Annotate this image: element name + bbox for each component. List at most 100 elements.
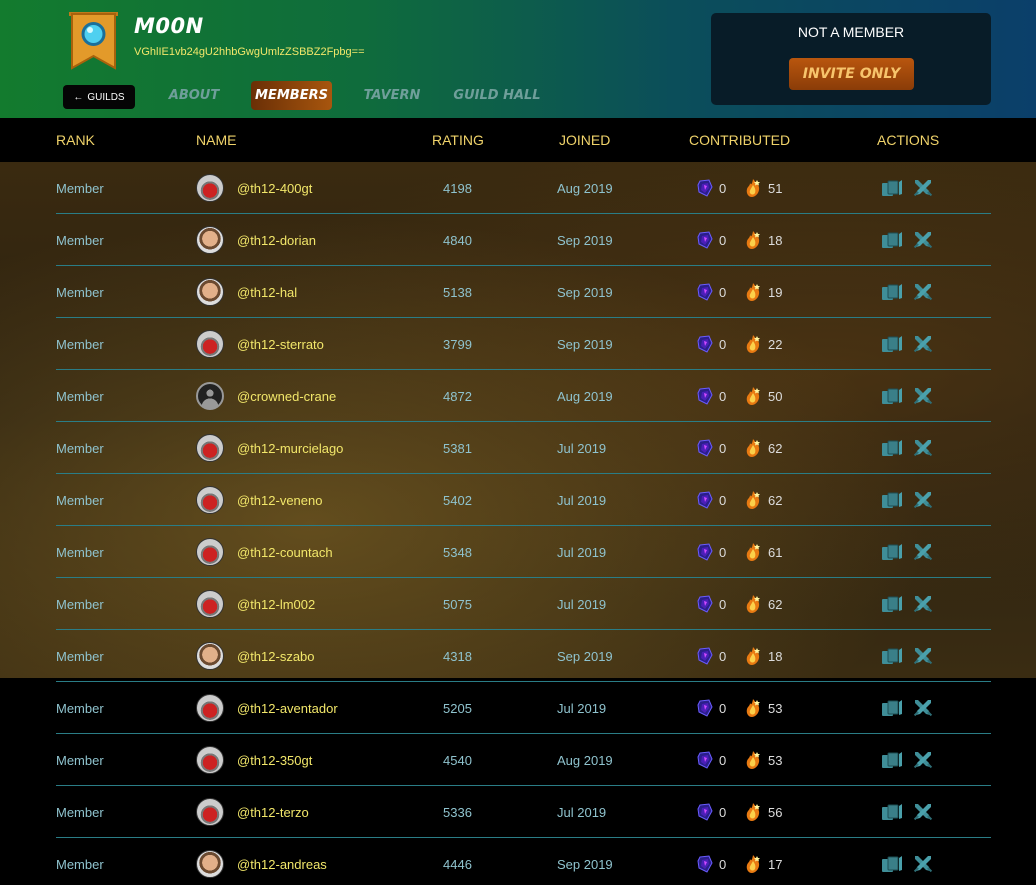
member-name-link[interactable]: @th12-szabo [237, 630, 315, 682]
header-rank[interactable]: RANK [56, 132, 95, 148]
avatar[interactable] [196, 434, 224, 462]
tab-members[interactable]: MEMBERS [251, 81, 332, 110]
cards-icon[interactable] [881, 283, 903, 301]
cards-icon[interactable] [881, 439, 903, 457]
gems-value: 0 [719, 804, 727, 820]
tab-guild-hall[interactable]: GUILD HALL [452, 81, 542, 110]
cards-icon[interactable] [881, 335, 903, 353]
battle-swords-icon[interactable] [913, 230, 933, 250]
joined-cell: Jul 2019 [557, 804, 607, 820]
avatar[interactable] [196, 850, 224, 878]
header-rating[interactable]: RATING [432, 132, 484, 148]
battle-swords-icon[interactable] [913, 698, 933, 718]
table-row: Member @th12-dorian 4840 Sep 2019 0 18 [0, 214, 1036, 266]
table-row: Member @th12-sterrato 3799 Sep 2019 0 22 [0, 318, 1036, 370]
avatar[interactable] [196, 382, 224, 410]
embers-value: 56 [768, 804, 783, 820]
rating-cell: 5075 [443, 596, 472, 612]
rating-cell: 5336 [443, 804, 472, 820]
member-name-link[interactable]: @th12-veneno [237, 474, 322, 526]
guild-id: VGhlIE1vb24gU2hhbGwgUmlzZSBBZ2Fpbg== [134, 46, 365, 58]
battle-swords-icon[interactable] [913, 334, 933, 354]
member-name-link[interactable]: @th12-350gt [237, 734, 312, 786]
member-name-link[interactable]: @th12-sterrato [237, 318, 324, 370]
avatar[interactable] [196, 226, 224, 254]
rating-cell: 5381 [443, 440, 472, 456]
rating-cell: 5138 [443, 284, 472, 300]
avatar[interactable] [196, 694, 224, 722]
table-row: Member @th12-terzo 5336 Jul 2019 0 56 [0, 786, 1036, 838]
member-name-link[interactable]: @th12-aventador [237, 682, 338, 734]
member-name-link[interactable]: @th12-terzo [237, 786, 309, 838]
battle-swords-icon[interactable] [913, 282, 933, 302]
gems-value: 0 [719, 544, 727, 560]
rank-cell: Member [56, 544, 104, 560]
cards-icon[interactable] [881, 231, 903, 249]
member-name-link[interactable]: @crowned-crane [237, 370, 336, 422]
gem-icon [697, 855, 713, 873]
avatar[interactable] [196, 798, 224, 826]
avatar[interactable] [196, 642, 224, 670]
cards-icon[interactable] [881, 647, 903, 665]
battle-swords-icon[interactable] [913, 594, 933, 614]
rating-cell: 5402 [443, 492, 472, 508]
avatar[interactable] [196, 278, 224, 306]
cards-icon[interactable] [881, 751, 903, 769]
battle-swords-icon[interactable] [913, 854, 933, 874]
avatar[interactable] [196, 538, 224, 566]
avatar[interactable] [196, 746, 224, 774]
gem-icon [697, 335, 713, 353]
member-name-link[interactable]: @th12-400gt [237, 162, 312, 214]
member-name-link[interactable]: @th12-countach [237, 526, 333, 578]
avatar[interactable] [196, 590, 224, 618]
joined-cell: Sep 2019 [557, 232, 613, 248]
member-name-link[interactable]: @th12-andreas [237, 838, 327, 885]
embers-value: 51 [768, 180, 783, 196]
header-joined[interactable]: JOINED [559, 132, 610, 148]
gems-value: 0 [719, 440, 727, 456]
battle-swords-icon[interactable] [913, 490, 933, 510]
battle-swords-icon[interactable] [913, 802, 933, 822]
cards-icon[interactable] [881, 699, 903, 717]
back-to-guilds-button[interactable]: ← GUILDS [63, 85, 135, 109]
member-name-link[interactable]: @th12-dorian [237, 214, 316, 266]
battle-swords-icon[interactable] [913, 542, 933, 562]
battle-swords-icon[interactable] [913, 438, 933, 458]
rating-cell: 4318 [443, 648, 472, 664]
battle-swords-icon[interactable] [913, 646, 933, 666]
battle-swords-icon[interactable] [913, 386, 933, 406]
rating-cell: 5205 [443, 700, 472, 716]
avatar[interactable] [196, 486, 224, 514]
header-contributed[interactable]: CONTRIBUTED [689, 132, 790, 148]
member-name-link[interactable]: @th12-hal [237, 266, 297, 318]
joined-cell: Jul 2019 [557, 596, 607, 612]
avatar[interactable] [196, 330, 224, 358]
rank-cell: Member [56, 232, 104, 248]
cards-icon[interactable] [881, 491, 903, 509]
table-row: Member @th12-murcielago 5381 Jul 2019 0 … [0, 422, 1036, 474]
joined-cell: Sep 2019 [557, 856, 613, 872]
cards-icon[interactable] [881, 543, 903, 561]
cards-icon[interactable] [881, 387, 903, 405]
header-name[interactable]: NAME [196, 132, 236, 148]
cards-icon[interactable] [881, 179, 903, 197]
joined-cell: Jul 2019 [557, 544, 607, 560]
cards-icon[interactable] [881, 855, 903, 873]
member-name-link[interactable]: @th12-murcielago [237, 422, 343, 474]
embers-value: 22 [768, 336, 783, 352]
guild-banner-icon [69, 12, 118, 70]
tab-tavern[interactable]: TAVERN [360, 81, 424, 110]
cards-icon[interactable] [881, 803, 903, 821]
gem-icon [697, 491, 713, 509]
battle-swords-icon[interactable] [913, 178, 933, 198]
member-name-link[interactable]: @th12-lm002 [237, 578, 315, 630]
arrow-left-icon: ← [73, 91, 84, 103]
tab-about[interactable]: ABOUT [163, 81, 225, 110]
battle-swords-icon[interactable] [913, 750, 933, 770]
joined-cell: Aug 2019 [557, 388, 613, 404]
invite-only-button[interactable]: INVITE ONLY [789, 58, 914, 90]
cards-icon[interactable] [881, 595, 903, 613]
rating-cell: 4872 [443, 388, 472, 404]
avatar[interactable] [196, 174, 224, 202]
embers-value: 61 [768, 544, 783, 560]
